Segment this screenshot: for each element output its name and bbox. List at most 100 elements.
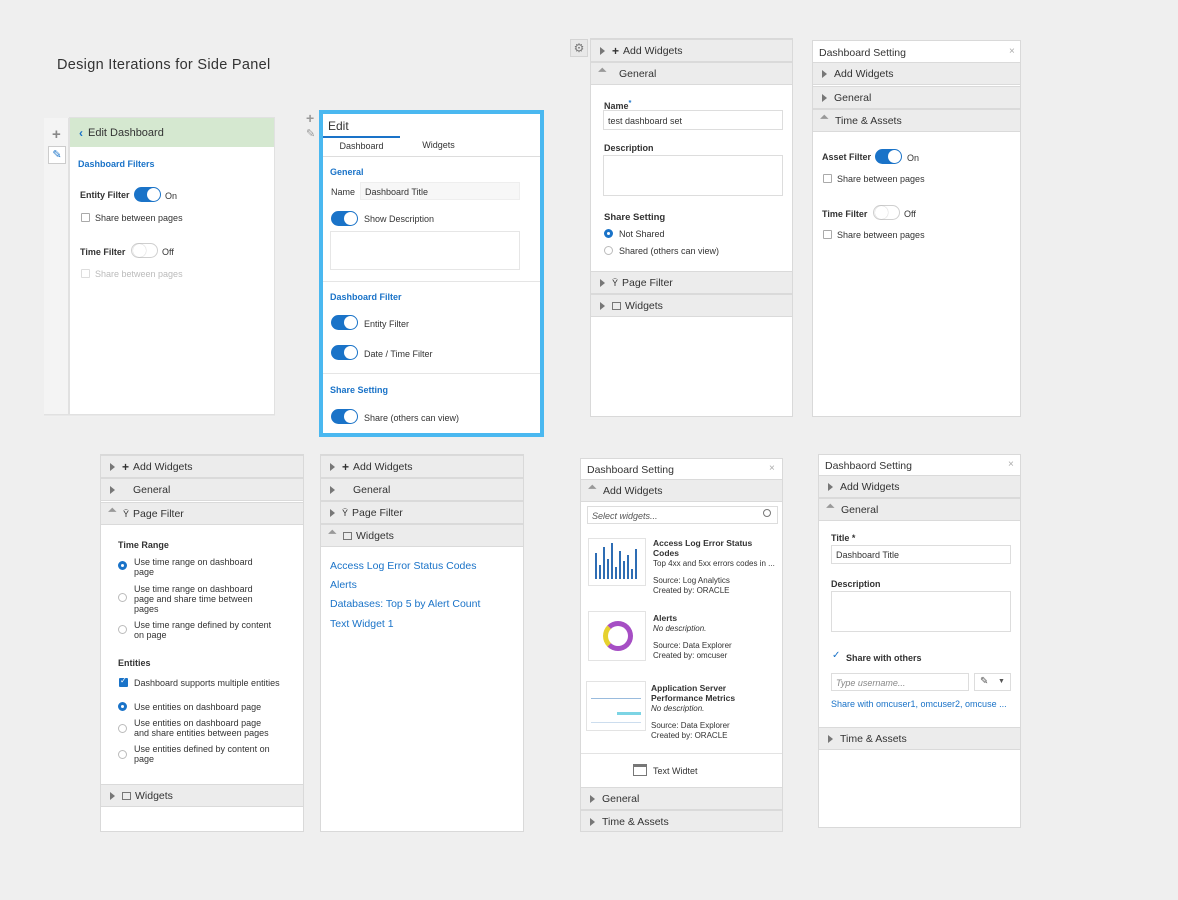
p3-add-widgets[interactable]: + Add Widgets <box>591 39 792 62</box>
p4-asset-toggle[interactable] <box>875 149 902 164</box>
p3-general[interactable]: General <box>591 62 792 85</box>
p7-general[interactable]: General <box>581 787 782 810</box>
p6-widget-link[interactable]: Access Log Error Status Codes <box>330 560 476 572</box>
p5-tr3-radio[interactable] <box>118 625 127 634</box>
add-icon[interactable]: + <box>52 126 61 143</box>
p6-page-filter[interactable]: Ÿ Page Filter <box>321 501 523 524</box>
p4-add-widgets[interactable]: Add Widgets <box>813 62 1020 85</box>
p8-description-field[interactable] <box>831 591 1011 632</box>
p4-time-toggle[interactable] <box>873 205 900 220</box>
p2-divider2 <box>323 373 540 374</box>
p7-search-field[interactable]: Select widgets... <box>587 506 778 524</box>
p2-entity-toggle[interactable] <box>331 315 358 330</box>
pencil-icon: ✎ <box>980 676 989 687</box>
pencil-icon[interactable]: ✎ <box>306 127 315 140</box>
p4-general[interactable]: General <box>813 86 1020 109</box>
p1-time-toggle[interactable] <box>131 243 158 258</box>
p8-general[interactable]: General <box>819 498 1020 521</box>
tab-dashboard[interactable]: Dashboard <box>323 136 400 156</box>
expand-icon <box>590 817 595 826</box>
page-title: Design Iterations for Side Panel <box>57 57 271 73</box>
p6-general[interactable]: General <box>321 478 523 501</box>
p5-tr2-radio[interactable] <box>118 593 127 602</box>
p4-time-assets[interactable]: Time & Assets <box>813 109 1020 132</box>
p7-w2-thumbnail[interactable] <box>588 611 646 661</box>
p8-share-list[interactable]: Share with omcuser1, omcuser2, omcuse ..… <box>831 699 1007 709</box>
add-icon[interactable]: + <box>306 110 314 126</box>
p2-show-desc-toggle[interactable] <box>331 211 358 226</box>
p5-page-filter[interactable]: Ÿ Page Filter <box>101 502 303 525</box>
chart-bar <box>635 549 637 579</box>
p2-toolbar: + ✎ <box>305 110 319 142</box>
line-chart-band <box>617 712 641 715</box>
p4-share1-checkbox[interactable] <box>823 174 832 183</box>
p6-add-widgets[interactable]: + Add Widgets <box>321 455 523 478</box>
required-mark: * <box>628 98 632 107</box>
p7-w3-title-line2: Performance Metrics <box>651 693 736 703</box>
tab-widgets[interactable]: Widgets <box>400 136 477 156</box>
widget-icon <box>343 531 352 540</box>
p2-date-toggle[interactable] <box>331 345 358 360</box>
collapse-icon <box>588 484 597 493</box>
p4-general-label: General <box>834 91 872 104</box>
gear-icon[interactable]: ⚙ <box>570 39 588 57</box>
p7-w1-thumbnail[interactable] <box>588 538 646 586</box>
p2-date-label: Date / Time Filter <box>364 349 433 359</box>
p1-share1-checkbox[interactable] <box>81 213 90 222</box>
text-widget-icon[interactable] <box>633 764 647 776</box>
p7-add-widgets[interactable]: Add Widgets <box>581 479 782 502</box>
p2-share-toggle[interactable] <box>331 409 358 424</box>
chart-bar <box>607 559 609 579</box>
p1-entity-toggle[interactable] <box>134 187 161 202</box>
p3-widgets[interactable]: Widgets <box>591 294 792 317</box>
pencil-icon[interactable]: ✎ <box>48 146 66 164</box>
collapse-icon <box>826 503 835 512</box>
p7-add-widgets-label: Add Widgets <box>603 484 663 497</box>
p6-widget-link[interactable]: Alerts <box>330 579 357 591</box>
p5-multi-checkbox[interactable] <box>119 676 128 687</box>
close-icon[interactable]: × <box>1009 46 1015 57</box>
p3-name-field[interactable]: test dashboard set <box>603 110 783 130</box>
p8-add-widgets[interactable]: Add Widgets <box>819 475 1020 498</box>
p6-widget-link[interactable]: Text Widget 1 <box>330 618 394 630</box>
p7-w2-created: Created by: omcuser <box>653 651 728 660</box>
p8-username-field[interactable]: Type username... <box>831 673 969 691</box>
p6-widget-link[interactable]: Databases: Top 5 by Alert Count <box>330 598 480 610</box>
p5-widgets[interactable]: Widgets <box>101 784 303 807</box>
p7-w3-thumbnail[interactable] <box>586 681 646 731</box>
p3-shared-radio[interactable] <box>604 246 613 255</box>
p5-tr3-label: Use time range defined by content on page <box>134 620 271 640</box>
p8-share-checkbox[interactable] <box>832 650 841 662</box>
p8-time-assets[interactable]: Time & Assets <box>819 727 1020 750</box>
p4-title: Dashboard Setting <box>819 47 906 59</box>
back-chevron-icon[interactable]: ‹ <box>79 126 83 140</box>
close-icon[interactable]: × <box>769 463 775 474</box>
p4-share2-checkbox[interactable] <box>823 230 832 239</box>
p5-add-widgets[interactable]: + Add Widgets <box>101 455 303 478</box>
p7-w3-title-line1: Application Server <box>651 683 727 693</box>
p6-widgets-label: Widgets <box>356 529 394 542</box>
p8-title-field[interactable]: Dashboard Title <box>831 545 1011 564</box>
p6-widgets[interactable]: Widgets <box>321 524 523 547</box>
p7-w1-desc: Top 4xx and 5xx errors codes in ... <box>653 559 775 568</box>
p3-add-widgets-label: Add Widgets <box>623 44 683 57</box>
p5-e3-radio[interactable] <box>118 750 127 759</box>
p7-time-assets[interactable]: Time & Assets <box>581 810 782 831</box>
p5-tr1-radio[interactable] <box>118 561 127 570</box>
p2-description-field[interactable] <box>330 231 520 270</box>
p3-page-filter[interactable]: Ÿ Page Filter <box>591 271 792 294</box>
p7-text-widget-label[interactable]: Text Widtet <box>653 766 698 776</box>
p2-name-field[interactable]: Dashboard Title <box>360 182 520 200</box>
p1-share2-checkbox[interactable] <box>81 269 90 278</box>
p3-not-shared-radio[interactable] <box>604 229 613 238</box>
p8-permission-dropdown[interactable]: ✎ ▼ <box>974 673 1011 691</box>
p5-tr1-line2: page <box>134 567 155 577</box>
p5-e2-radio[interactable] <box>118 724 127 733</box>
p5-e1-radio[interactable] <box>118 702 127 711</box>
search-icon[interactable] <box>763 509 771 517</box>
p2-share-label: Share (others can view) <box>364 413 460 423</box>
close-icon[interactable]: × <box>1008 459 1014 470</box>
p2-name-label: Name <box>331 187 356 197</box>
p3-description-field[interactable] <box>603 155 783 196</box>
p5-general[interactable]: General <box>101 478 303 501</box>
